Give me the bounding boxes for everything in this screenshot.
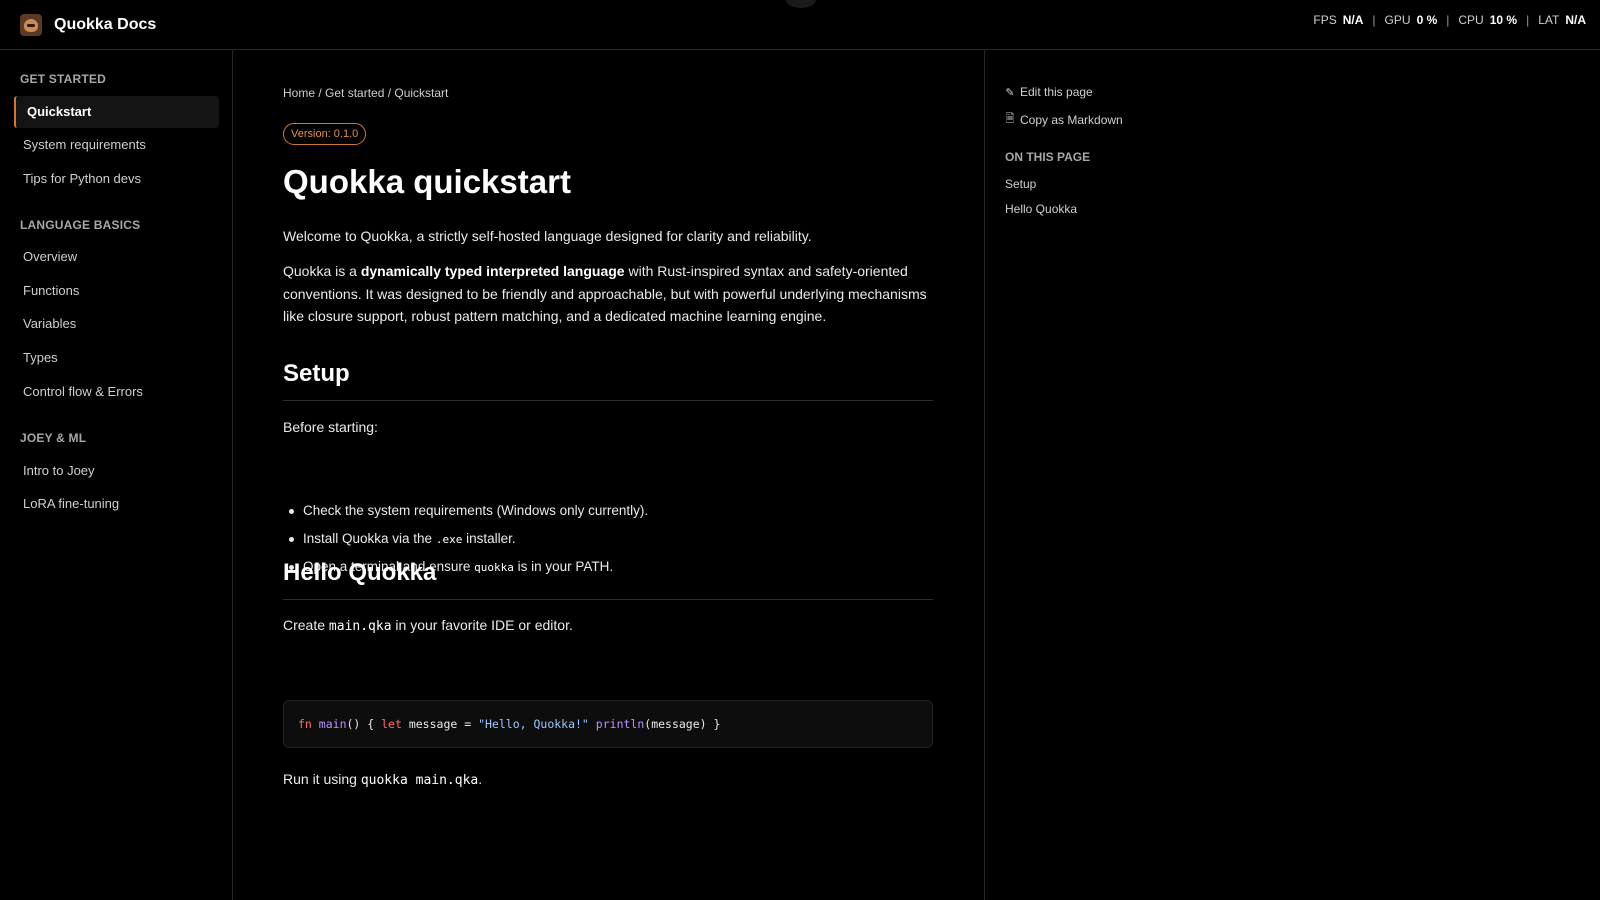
code-function: main xyxy=(318,717,347,731)
sidebar: GET STARTED Quickstart System requiremen… xyxy=(0,50,233,900)
sidebar-item-tips-python[interactable]: Tips for Python devs xyxy=(14,163,219,195)
cpu-label: CPU xyxy=(1458,13,1484,27)
section-divider xyxy=(283,599,933,600)
before-starting-text: Before starting: xyxy=(283,419,378,435)
sidebar-section-language-basics: LANGUAGE BASICS xyxy=(20,218,141,232)
code-keyword: fn xyxy=(298,717,312,731)
sidebar-section-get-started: GET STARTED xyxy=(20,72,106,86)
quokka-logo-icon xyxy=(20,14,42,36)
sidebar-item-overview[interactable]: Overview xyxy=(14,241,219,273)
code-block[interactable]: fn main() { let message = "Hello, Quokka… xyxy=(283,700,933,748)
lat-value: N/A xyxy=(1565,13,1586,27)
code-function: println xyxy=(595,717,645,731)
inline-code: main.qka xyxy=(328,619,392,634)
right-panel: ✎ Edit this page 🗎 Copy as Markdown ON T… xyxy=(985,50,1600,900)
sidebar-section-joey-ml: JOEY & ML xyxy=(20,431,87,445)
stats-separator: | xyxy=(1526,13,1530,27)
stats-separator: | xyxy=(1446,13,1450,27)
code-string: "Hello, Quokka!" xyxy=(478,717,589,731)
fps-label: FPS xyxy=(1313,13,1337,27)
edit-page-label: Edit this page xyxy=(1020,85,1093,99)
list-item-text: installer. xyxy=(462,531,516,546)
create-file-text: Create main.qka in your favorite IDE or … xyxy=(283,614,933,639)
edit-page-link[interactable]: ✎ Edit this page xyxy=(1005,85,1093,99)
main-content: Home / Get started / Quickstart Version:… xyxy=(233,50,985,900)
sidebar-item-intro-joey[interactable]: Intro to Joey xyxy=(14,455,219,487)
sidebar-item-control-flow[interactable]: Control flow & Errors xyxy=(14,376,219,408)
code-text: (message) } xyxy=(644,717,721,731)
on-this-page-title: ON THIS PAGE xyxy=(1005,150,1091,164)
pencil-icon: ✎ xyxy=(1005,86,1015,99)
toc-item-hello-quokka[interactable]: Hello Quokka xyxy=(1005,202,1077,216)
run-instruction-text: Run it using quokka main.qka. xyxy=(283,768,933,793)
list-item-text: is in your PATH. xyxy=(513,559,614,574)
description-emphasis: dynamically typed interpreted language xyxy=(360,263,625,279)
page-title: Quokka quickstart xyxy=(283,163,571,200)
list-item: Install Quokka via the .exe installer. xyxy=(288,529,648,557)
sidebar-item-functions[interactable]: Functions xyxy=(14,275,219,307)
intro-paragraph: Welcome to Quokka, a strictly self-hoste… xyxy=(283,228,812,244)
top-bar: Quokka Docs FPS N/A | GPU 0 % | CPU 10 %… xyxy=(0,0,1600,50)
run-text: Run it using xyxy=(283,771,361,787)
gpu-label: GPU xyxy=(1384,13,1411,27)
description-paragraph: Quokka is a dynamically typed interprete… xyxy=(283,260,933,328)
stats-separator: | xyxy=(1372,13,1376,27)
list-item-text: Install Quokka via the xyxy=(303,531,436,546)
run-text: . xyxy=(478,771,483,787)
inline-code: .exe xyxy=(435,533,463,546)
inline-code: quokka main.qka xyxy=(360,773,479,788)
sidebar-item-variables[interactable]: Variables xyxy=(14,308,219,340)
sidebar-item-system-requirements[interactable]: System requirements xyxy=(14,129,219,161)
brand[interactable]: Quokka Docs xyxy=(20,14,156,36)
lat-label: LAT xyxy=(1538,13,1560,27)
breadcrumb[interactable]: Home / Get started / Quickstart xyxy=(283,86,448,100)
hello-quokka-heading: Hello Quokka xyxy=(283,559,437,586)
section-divider xyxy=(283,400,933,401)
performance-stats: FPS N/A | GPU 0 % | CPU 10 % | LAT N/A xyxy=(1313,13,1586,27)
description-text: Quokka is a xyxy=(283,263,361,279)
setup-heading: Setup xyxy=(283,360,350,387)
create-text: in your favorite IDE or editor. xyxy=(391,617,573,633)
create-text: Create xyxy=(283,617,329,633)
gpu-value: 0 % xyxy=(1416,13,1438,27)
code-keyword: let xyxy=(381,717,402,731)
fps-value: N/A xyxy=(1342,13,1364,27)
site-title: Quokka Docs xyxy=(54,16,157,33)
code-text: () { xyxy=(346,717,382,731)
copy-markdown-label: Copy as Markdown xyxy=(1020,112,1123,127)
document-icon: 🗎 xyxy=(1005,113,1015,125)
copy-markdown-link[interactable]: 🗎 Copy as Markdown xyxy=(1005,110,1123,129)
sidebar-item-types[interactable]: Types xyxy=(14,342,219,374)
cpu-value: 10 % xyxy=(1489,13,1518,27)
sidebar-item-quickstart[interactable]: Quickstart xyxy=(14,96,219,128)
list-item: Check the system requirements (Windows o… xyxy=(288,501,648,529)
sidebar-item-lora[interactable]: LoRA fine-tuning xyxy=(14,488,219,520)
version-badge: Version: 0.1.0 xyxy=(283,123,367,145)
inline-code: quokka xyxy=(474,561,514,574)
top-notch xyxy=(786,0,816,8)
toc-item-setup[interactable]: Setup xyxy=(1005,177,1036,191)
code-text: message = xyxy=(401,717,479,731)
